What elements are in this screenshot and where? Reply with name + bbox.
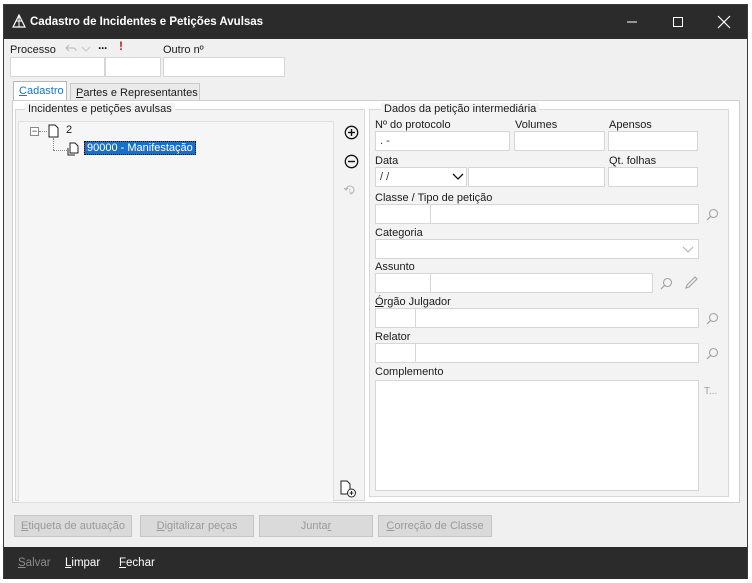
add-document-button[interactable] xyxy=(338,479,358,499)
chevron-down-icon[interactable] xyxy=(80,42,92,56)
assunto-code-input[interactable] xyxy=(375,273,431,293)
complemento-textarea[interactable] xyxy=(375,380,699,491)
text-format-button[interactable]: T... xyxy=(704,386,717,397)
undo-icon[interactable] xyxy=(64,42,78,56)
alert-icon[interactable]: ! xyxy=(119,39,123,53)
incidentes-tree[interactable]: − 2 90000 - Manifestação xyxy=(18,121,334,503)
processo-label: Processo xyxy=(10,44,56,56)
limpar-button[interactable]: Limpar xyxy=(65,557,100,569)
relator-desc-input[interactable] xyxy=(415,343,699,363)
orgao-julgador-label: Órgão Julgador xyxy=(375,296,451,308)
more-options-icon[interactable]: ··· xyxy=(98,41,108,55)
add-document-icon xyxy=(340,480,356,498)
petition-document-icon xyxy=(67,142,79,156)
assunto-desc-input[interactable] xyxy=(430,273,653,293)
tree-collapse-icon[interactable]: − xyxy=(30,127,39,136)
categoria-label: Categoria xyxy=(375,227,423,239)
dialog-window: Cadastro de Incidentes e Petições Avulsa… xyxy=(3,4,748,579)
assunto-search-button[interactable] xyxy=(659,276,673,290)
remove-circle-button[interactable] xyxy=(343,153,359,169)
svg-text:L: L xyxy=(349,188,353,195)
processo-number-input[interactable] xyxy=(105,57,161,77)
data-label: Data xyxy=(375,155,399,167)
apensos-input[interactable] xyxy=(608,131,698,151)
data-value: / / xyxy=(380,171,390,183)
chevron-down-icon xyxy=(682,246,694,253)
tree-connector xyxy=(53,138,54,150)
classe-label: Classe / Tipo de petição xyxy=(375,192,493,204)
chevron-down-icon[interactable] xyxy=(452,173,464,181)
history-icon: L xyxy=(343,185,355,195)
processo-class-input[interactable] xyxy=(10,57,105,77)
protocolo-label: Nº do protocolo xyxy=(375,119,451,131)
classe-search-button[interactable] xyxy=(705,207,719,221)
relator-search-button[interactable] xyxy=(705,346,719,360)
correcao-classe-button[interactable]: Correção de Classe xyxy=(378,515,492,537)
protocolo-input[interactable]: . - xyxy=(375,131,510,151)
pencil-icon xyxy=(684,275,698,289)
outro-input[interactable] xyxy=(163,57,285,77)
volumes-input[interactable] xyxy=(514,131,605,151)
orgao-code-input[interactable] xyxy=(375,308,416,328)
plus-circle-icon xyxy=(344,125,358,139)
search-icon xyxy=(706,208,718,220)
footer-bar: Salvar Limpar Fechar xyxy=(4,547,747,579)
complemento-label: Complemento xyxy=(375,366,444,378)
search-icon xyxy=(706,347,718,359)
maximize-button[interactable] xyxy=(655,5,701,39)
history-button[interactable]: L xyxy=(342,183,358,197)
incidentes-group-title: Incidentes e petições avulsas xyxy=(25,103,175,115)
dados-group-title: Dados da petição intermediária xyxy=(381,103,540,115)
classe-code-input[interactable] xyxy=(375,204,431,224)
classe-desc-input[interactable] xyxy=(430,204,699,224)
add-circle-button[interactable] xyxy=(343,124,359,140)
data-extra-input[interactable] xyxy=(468,167,605,187)
digitalizar-pecas-button[interactable]: Digitalizar peças xyxy=(140,515,254,537)
orgao-search-button[interactable] xyxy=(705,311,719,325)
qt-folhas-input[interactable] xyxy=(608,167,698,187)
close-button[interactable] xyxy=(701,5,747,39)
app-logo-icon xyxy=(12,14,26,28)
maximize-icon xyxy=(673,17,683,27)
close-icon xyxy=(717,15,731,29)
etiqueta-autuacao-button[interactable]: Etiqueta de autuação xyxy=(14,515,132,537)
search-icon xyxy=(706,312,718,324)
assunto-label: Assunto xyxy=(375,261,415,273)
tree-connector xyxy=(39,131,47,132)
search-icon xyxy=(660,277,672,289)
fechar-button[interactable]: Fechar xyxy=(119,557,155,569)
relator-code-input[interactable] xyxy=(375,343,416,363)
relator-label: Relator xyxy=(375,331,411,343)
document-icon xyxy=(48,124,59,138)
data-picker[interactable]: / / xyxy=(375,167,467,187)
tree-root-label[interactable]: 2 xyxy=(66,124,72,136)
minimize-button[interactable] xyxy=(609,5,655,39)
orgao-desc-input[interactable] xyxy=(415,308,699,328)
categoria-select[interactable] xyxy=(375,239,699,259)
juntar-button[interactable]: Junta r xyxy=(259,515,373,537)
qt-folhas-label: Qt. folhas xyxy=(609,155,657,167)
window-title: Cadastro de Incidentes e Petições Avulsa… xyxy=(30,16,264,28)
tree-child-manifestacao[interactable]: 90000 - Manifestação xyxy=(84,141,196,155)
volumes-label: Volumes xyxy=(515,119,558,131)
assunto-edit-button[interactable] xyxy=(683,274,699,290)
apensos-label: Apensos xyxy=(609,119,652,131)
tab-cadastro[interactable]: Cadastro xyxy=(13,81,67,102)
tree-connector xyxy=(53,150,67,151)
outro-label: Outro nº xyxy=(163,44,204,56)
salvar-button[interactable]: Salvar xyxy=(18,557,51,569)
title-bar: Cadastro de Incidentes e Petições Avulsa… xyxy=(4,5,747,39)
minus-circle-icon xyxy=(344,154,358,168)
minimize-icon xyxy=(627,21,637,23)
